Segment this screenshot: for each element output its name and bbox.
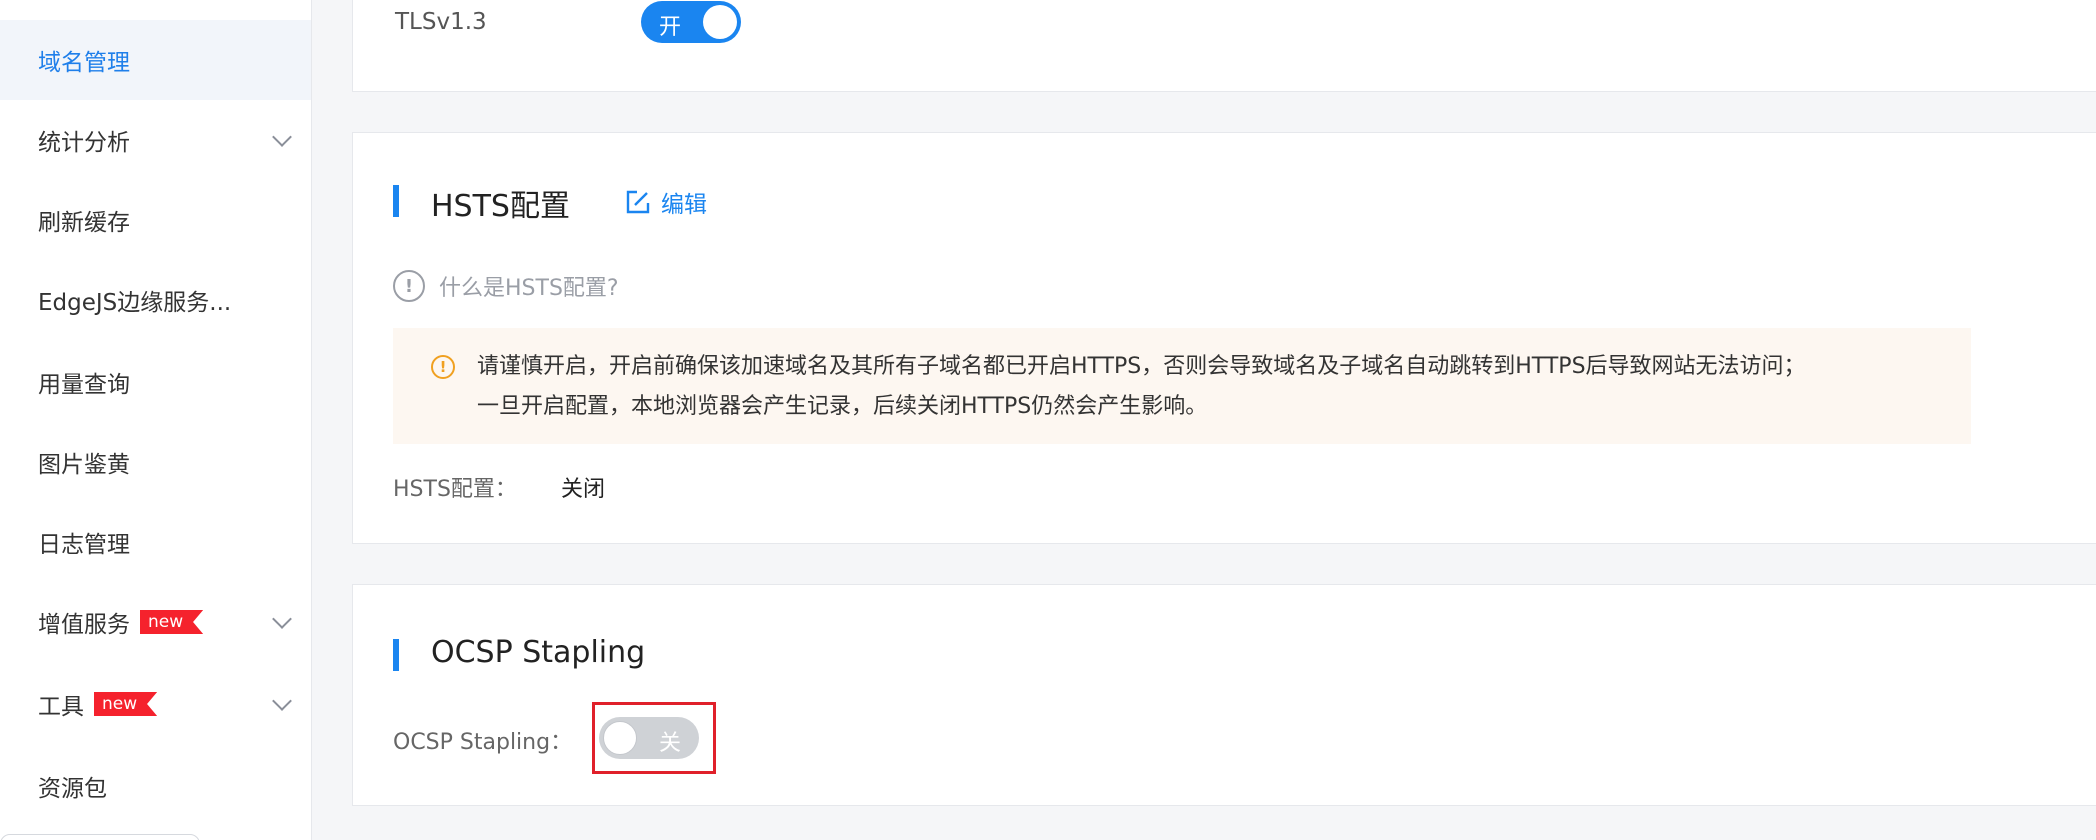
sidebar-item-label: 域名管理	[38, 50, 130, 76]
sidebar-item-domain-management[interactable]: 域名管理	[0, 20, 311, 100]
tls-card: TLSv1.3 开	[352, 0, 2096, 92]
main-content: TLSv1.3 开 HSTS配置 编辑 ! 什么是HSTS配置? ! 请谨慎开启…	[312, 0, 2096, 840]
app: 域名管理 统计分析 刷新缓存 EdgeJS边缘服务... 用量查询 图片鉴黄 日…	[0, 0, 2096, 840]
sidebar: 域名管理 统计分析 刷新缓存 EdgeJS边缘服务... 用量查询 图片鉴黄 日…	[0, 0, 312, 840]
sidebar-item-tools[interactable]: 工具 new	[0, 664, 311, 744]
hsts-edit-button[interactable]: 编辑	[625, 185, 707, 219]
sidebar-item-refresh-cache[interactable]: 刷新缓存	[0, 180, 311, 260]
sidebar-item-edgejs[interactable]: EdgeJS边缘服务...	[0, 260, 311, 340]
ocsp-stapling-label: OCSP Stapling：	[393, 730, 573, 755]
hsts-card: HSTS配置 编辑 ! 什么是HSTS配置? ! 请谨慎开启，开启前确保该加速域…	[352, 132, 2096, 544]
sidebar-item-image-moderation[interactable]: 图片鉴黄	[0, 422, 311, 502]
hsts-section-title: HSTS配置	[431, 189, 570, 224]
hsts-help-link[interactable]: ! 什么是HSTS配置?	[393, 270, 619, 302]
hsts-help-text: 什么是HSTS配置?	[439, 276, 619, 301]
chevron-down-icon	[272, 127, 292, 147]
warning-icon: !	[431, 355, 455, 379]
info-icon: !	[393, 270, 425, 302]
chevron-down-icon	[272, 609, 292, 629]
ocsp-section-title: OCSP Stapling	[431, 635, 646, 670]
sidebar-item-usage-query[interactable]: 用量查询	[0, 342, 311, 422]
edit-icon	[626, 190, 650, 214]
new-badge: new	[94, 692, 158, 716]
bottom-floating-tab[interactable]	[0, 834, 200, 840]
tls13-toggle[interactable]: 开	[641, 1, 741, 43]
edit-label: 编辑	[661, 192, 707, 218]
highlight-annotation-box	[592, 702, 716, 774]
hsts-config-label: HSTS配置：	[393, 477, 517, 502]
sidebar-item-value-added-services[interactable]: 增值服务 new	[0, 582, 311, 662]
tls-version-label: TLSv1.3	[395, 9, 487, 35]
sidebar-item-label: 用量查询	[38, 372, 130, 398]
sidebar-item-label: 增值服务	[38, 612, 130, 638]
sidebar-item-label: 日志管理	[38, 532, 130, 558]
sidebar-item-label: EdgeJS边缘服务...	[38, 290, 232, 316]
chevron-down-icon	[272, 691, 292, 711]
hsts-warning-box: ! 请谨慎开启，开启前确保该加速域名及其所有子域名都已开启HTTPS，否则会导致…	[393, 328, 1971, 444]
sidebar-item-resource-package[interactable]: 资源包	[0, 746, 311, 826]
section-accent-bar	[393, 639, 399, 671]
hsts-config-value: 关闭	[561, 477, 606, 502]
warning-line-1: 请谨慎开启，开启前确保该加速域名及其所有子域名都已开启HTTPS，否则会导致域名…	[477, 354, 1806, 379]
new-badge: new	[140, 610, 204, 634]
sidebar-item-label: 工具	[38, 694, 84, 720]
sidebar-item-statistics[interactable]: 统计分析	[0, 100, 311, 180]
sidebar-item-log-management[interactable]: 日志管理	[0, 502, 311, 582]
sidebar-item-label: 刷新缓存	[38, 210, 130, 236]
toggle-knob	[703, 5, 737, 39]
sidebar-item-label: 资源包	[38, 776, 107, 802]
toggle-state-text: 开	[659, 15, 682, 40]
section-accent-bar	[393, 185, 399, 217]
sidebar-item-label: 统计分析	[38, 130, 130, 156]
warning-line-2: 一旦开启配置，本地浏览器会产生记录，后续关闭HTTPS仍然会产生影响。	[477, 394, 1208, 419]
sidebar-item-label: 图片鉴黄	[38, 452, 130, 478]
